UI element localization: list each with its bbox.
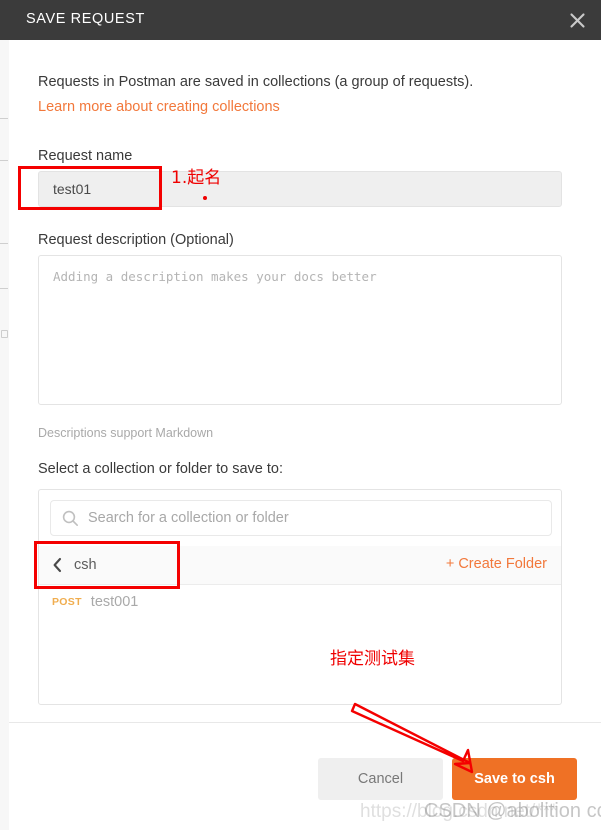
collection-search-input[interactable] [88,510,551,526]
footer-divider [9,722,601,723]
request-description-textarea[interactable] [38,255,562,405]
learn-more-link[interactable]: Learn more about creating collections [38,99,280,115]
breadcrumb: csh + Create Folder [39,546,561,585]
intro-text: Requests in Postman are saved in collect… [38,74,474,90]
select-collection-label: Select a collection or folder to save to… [38,461,284,477]
collection-search-wrapper[interactable] [50,500,552,536]
background-fleck [1,330,8,338]
markdown-hint: Descriptions support Markdown [38,426,214,440]
request-name-input[interactable] [38,171,562,207]
background-page-topbar [0,0,9,40]
background-fleck [0,118,8,119]
close-icon[interactable] [564,7,590,33]
save-request-dialog-screenshot: SAVE REQUEST Requests in Postman are sav… [0,0,601,830]
breadcrumb-collection-name[interactable]: csh [74,557,97,573]
request-method-badge: POST [52,596,82,608]
request-name-label: Request name [38,148,133,164]
request-description-label: Request description (Optional) [38,232,234,248]
watermark-author: CSDN @abolition cc [424,800,601,822]
save-button[interactable]: Save to csh [452,758,577,800]
search-icon [62,510,79,527]
cancel-button[interactable]: Cancel [318,758,443,800]
background-fleck [0,160,8,161]
create-folder-button[interactable]: + Create Folder [446,556,547,572]
background-fleck [0,288,8,289]
list-item[interactable]: POST test001 [39,586,561,618]
save-request-modal: SAVE REQUEST Requests in Postman are sav… [9,0,601,830]
background-fleck [0,243,8,244]
page-title: SAVE REQUEST [26,11,145,27]
modal-header: SAVE REQUEST [9,0,601,40]
chevron-left-icon[interactable] [52,557,63,573]
collection-picker: csh + Create Folder POST test001 [38,489,562,705]
request-item-name: test001 [90,594,139,610]
